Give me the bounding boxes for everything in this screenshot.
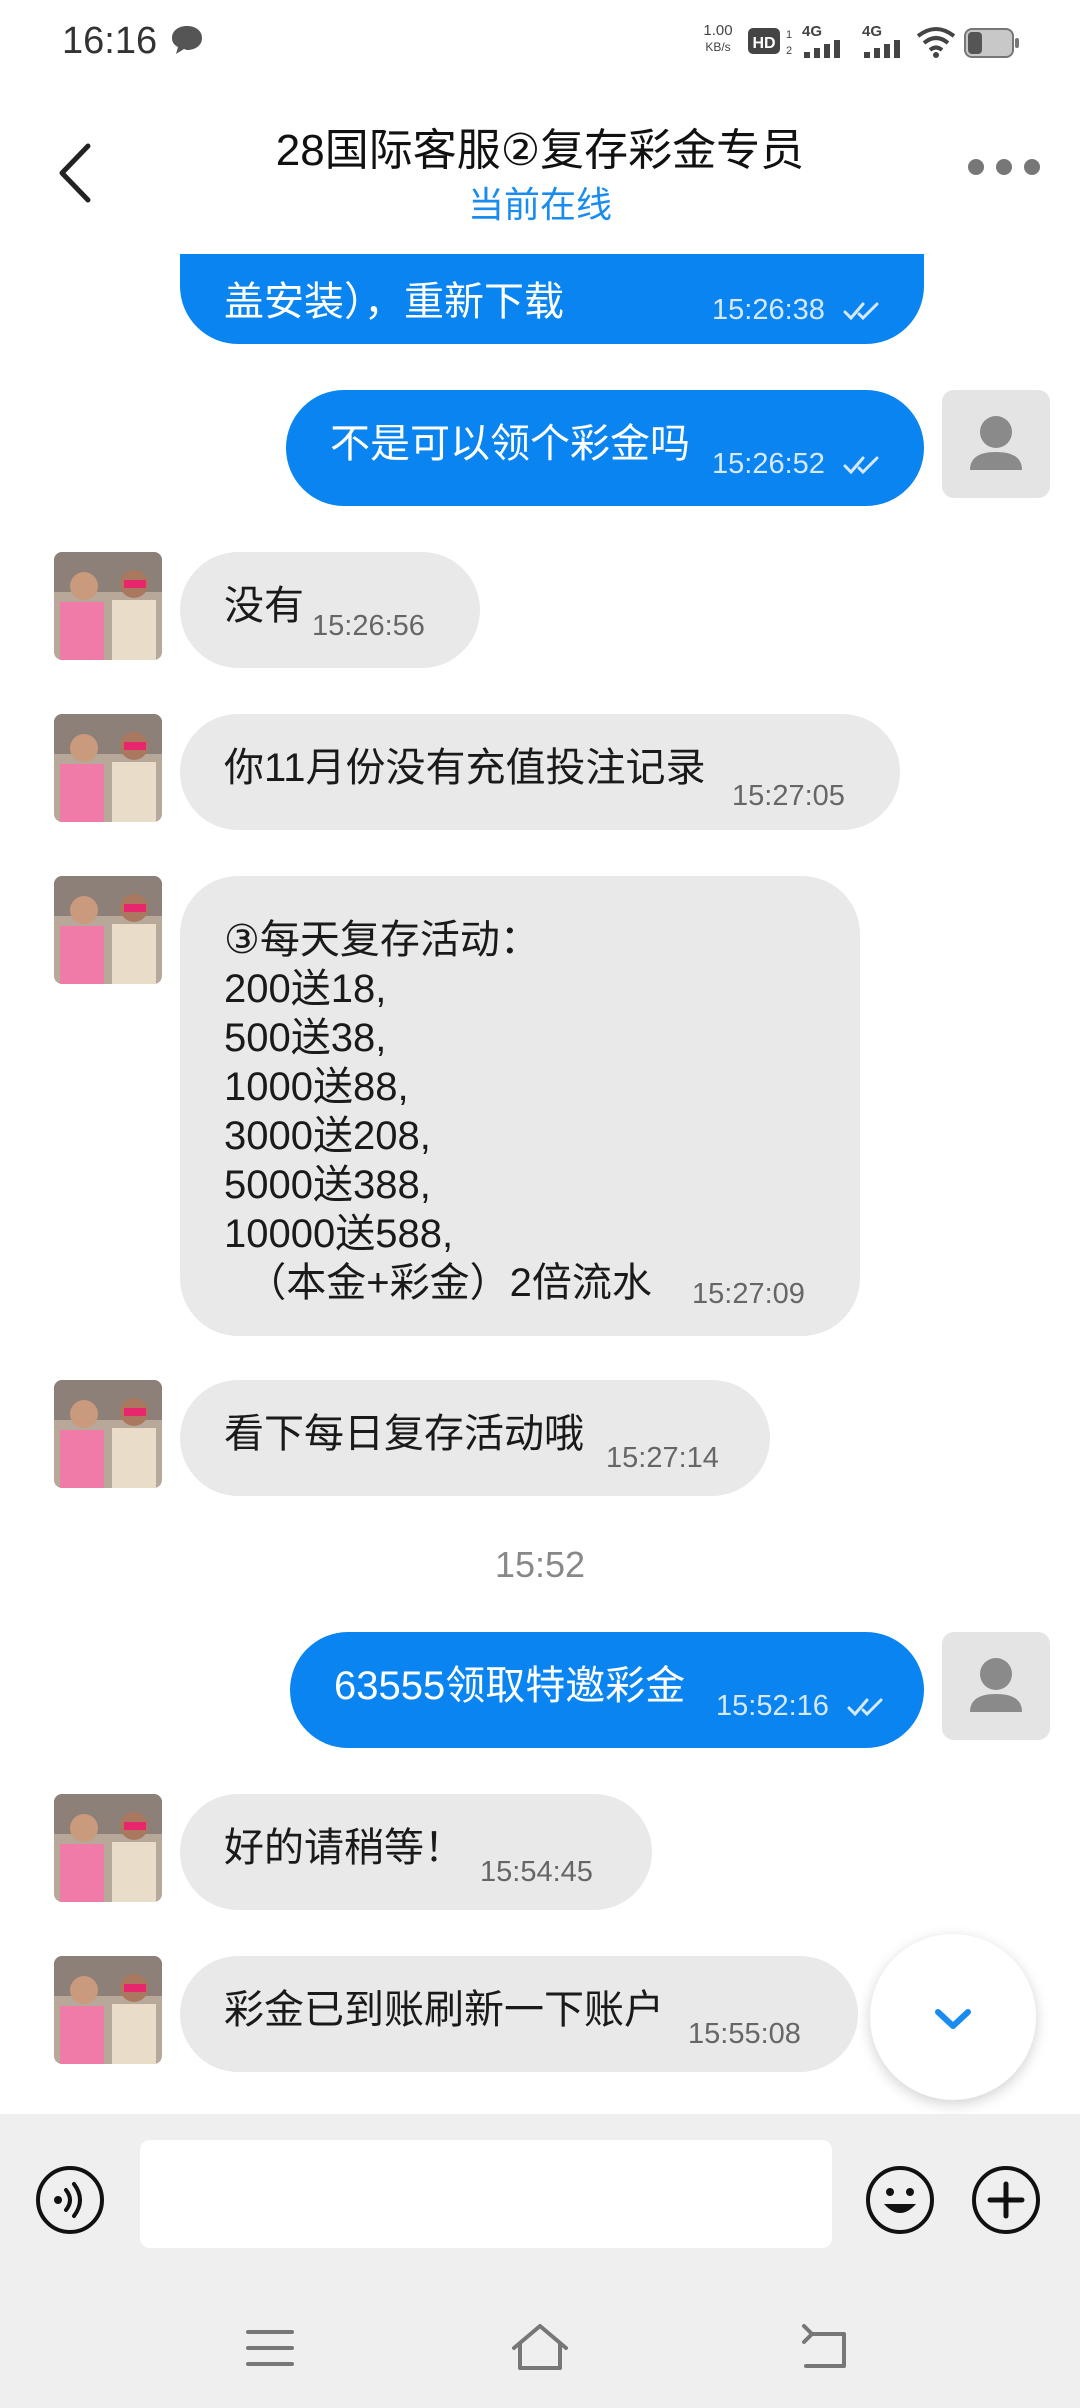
chat-title: 28国际客服②复存彩金专员 <box>275 126 805 175</box>
message-text: 盖安装），重新下载 <box>224 280 564 324</box>
message-bubble-incoming[interactable]: ③每天复存活动： 200送18, 500送38, 1000送88, 3000送2… <box>180 876 860 1336</box>
user-placeholder-icon <box>970 1658 1022 1712</box>
message-text: 好的请稍等！ <box>224 1826 464 1870</box>
message-timestamp: 15:55:08 <box>688 2018 801 2050</box>
message-list[interactable]: 盖安装），重新下载 15:26:38 不是可以领个彩金吗 15:26:52 没有… <box>0 254 1080 2114</box>
agent-photo <box>54 876 162 984</box>
svg-text:4G: 4G <box>802 23 822 40</box>
user-placeholder-icon <box>970 416 1022 470</box>
message-text: 没有 <box>224 584 304 628</box>
self-avatar[interactable] <box>942 390 1050 498</box>
svg-text:1: 1 <box>786 29 792 41</box>
svg-text:2: 2 <box>786 45 792 57</box>
read-receipt-icon <box>847 1698 883 1717</box>
agent-avatar[interactable] <box>54 1794 162 1902</box>
message-text: ③每天复存活动： 200送18, 500送38, 1000送88, 3000送2… <box>224 918 652 1305</box>
chat-header: 28国际客服②复存彩金专员 当前在线 <box>0 84 1080 254</box>
message-timestamp: 15:26:56 <box>312 610 425 642</box>
message-timestamp: 15:26:52 <box>712 448 881 480</box>
signal-sim2-icon: 4G <box>862 23 900 58</box>
message-timestamp: 15:52:16 <box>716 1690 885 1722</box>
plus-icon[interactable] <box>970 2164 1042 2236</box>
message-text: 不是可以领个彩金吗 <box>330 422 690 466</box>
agent-avatar[interactable] <box>54 552 162 660</box>
wifi-icon <box>916 27 956 58</box>
scroll-to-bottom-button[interactable] <box>870 1934 1036 2100</box>
agent-avatar[interactable] <box>54 876 162 984</box>
message-bubble-incoming[interactable]: 看下每日复存活动哦 15:27:14 <box>180 1380 770 1496</box>
recent-apps-icon[interactable] <box>246 2326 294 2370</box>
online-status: 当前在线 <box>467 184 612 225</box>
read-receipt-icon <box>843 456 879 475</box>
more-options-icon[interactable] <box>964 152 1044 182</box>
agent-photo <box>54 1956 162 2064</box>
hd-voice-icon: HD 1 2 <box>748 28 792 57</box>
agent-photo <box>54 1380 162 1488</box>
back-nav-icon[interactable] <box>798 2322 852 2374</box>
agent-photo <box>54 1794 162 1902</box>
message-text: 63555领取特邀彩金 <box>334 1664 686 1708</box>
message-bubble-outgoing[interactable]: 不是可以领个彩金吗 15:26:52 <box>286 390 924 506</box>
message-composer <box>0 2114 1080 2294</box>
svg-text:HD: HD <box>752 35 775 52</box>
chevron-down-icon <box>935 2009 971 2029</box>
status-bar: 16:16 1.00 KB/s HD 1 2 4G 4G <box>0 0 1080 84</box>
agent-avatar[interactable] <box>54 714 162 822</box>
message-bubble-incoming[interactable]: 没有 15:26:56 <box>180 552 480 668</box>
message-text: 彩金已到账刷新一下账户 <box>224 1988 664 2032</box>
message-bubble-incoming[interactable]: 彩金已到账刷新一下账户 15:55:08 <box>180 1956 858 2072</box>
message-input[interactable] <box>140 2140 832 2248</box>
read-receipt-icon <box>843 302 879 321</box>
battery-icon <box>964 28 1019 58</box>
message-bubble-outgoing[interactable]: 盖安装），重新下载 15:26:38 <box>180 254 924 344</box>
system-nav-bar <box>0 2294 1080 2408</box>
time-divider: 15:52 <box>494 1544 586 1585</box>
status-time: 16:16 <box>62 20 158 62</box>
net-speed: 1.00 KB/s <box>703 22 733 54</box>
agent-photo <box>54 714 162 822</box>
message-text: 看下每日复存活动哦 <box>224 1412 584 1456</box>
message-timestamp: 15:27:14 <box>606 1442 719 1474</box>
message-timestamp: 15:26:38 <box>712 294 881 326</box>
agent-avatar[interactable] <box>54 1956 162 2064</box>
message-timestamp: 15:54:45 <box>480 1856 593 1888</box>
message-bubble-incoming[interactable]: 好的请稍等！ 15:54:45 <box>180 1794 652 1910</box>
message-bubble-incoming[interactable]: 你11月份没有充值投注记录 15:27:05 <box>180 714 900 830</box>
message-text: 你11月份没有充值投注记录 <box>224 746 706 790</box>
chat-notification-icon <box>172 26 202 54</box>
svg-text:4G: 4G <box>862 23 882 40</box>
home-icon[interactable] <box>510 2322 570 2374</box>
emoji-icon[interactable] <box>864 2164 936 2236</box>
message-bubble-outgoing[interactable]: 63555领取特邀彩金 15:52:16 <box>290 1632 924 1748</box>
agent-photo <box>54 552 162 660</box>
signal-sim1-icon: 4G <box>802 23 840 58</box>
agent-avatar[interactable] <box>54 1380 162 1488</box>
voice-icon[interactable] <box>34 2164 106 2236</box>
message-timestamp: 15:27:05 <box>732 780 845 812</box>
message-timestamp: 15:27:09 <box>692 1278 805 1310</box>
self-avatar[interactable] <box>942 1632 1050 1740</box>
